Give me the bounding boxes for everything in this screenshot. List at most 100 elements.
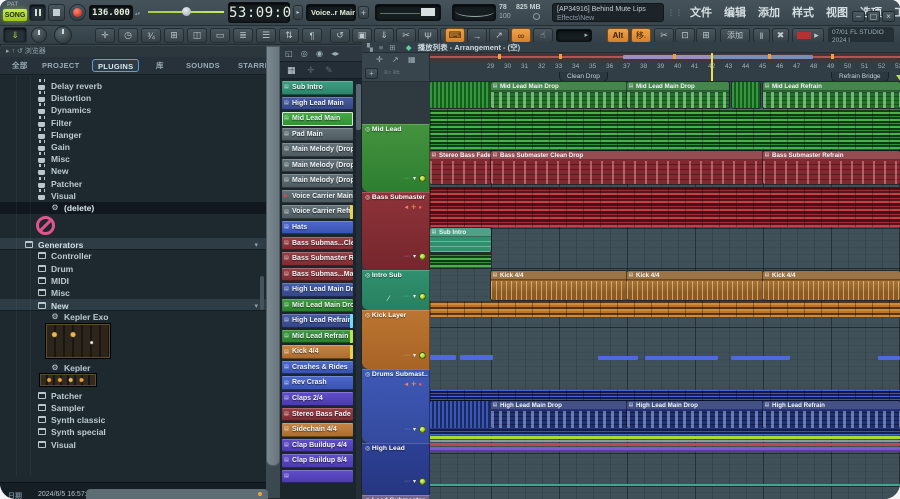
clip-kick-4-4[interactable]: Kick 4/4 xyxy=(491,271,627,300)
save-button[interactable]: ▣ xyxy=(352,28,372,43)
tree-item-new[interactable]: New xyxy=(0,165,266,177)
menu-item-1[interactable]: 编辑 xyxy=(718,0,752,26)
draw-pattern-icon[interactable]: ✎ xyxy=(325,65,333,75)
tree-item-visual[interactable]: Visual xyxy=(0,190,266,202)
add-button[interactable]: 添加 xyxy=(720,28,750,43)
tree-item-midi[interactable]: MIDI xyxy=(0,275,266,287)
clip-sub-intro[interactable]: Sub Intro xyxy=(430,228,491,252)
metronome-button[interactable]: ◷ xyxy=(118,28,138,43)
pattern-row-stereo-bass-fade-in[interactable]: ▤Stereo Bass Fade In xyxy=(282,408,353,422)
pattern-row-pad-main[interactable]: ▤Pad Main xyxy=(282,128,353,142)
chevron-down-icon[interactable]: ▾ xyxy=(254,241,258,249)
clip-mid-lead-main-drop[interactable]: Mid Lead Main Drop xyxy=(491,82,627,108)
playlist-clip-area[interactable]: Mid Lead Main DropMid Lead Main DropMid … xyxy=(430,82,900,499)
eye-icon[interactable]: ◉ xyxy=(316,49,323,58)
nav-arrows-icon[interactable]: ◂▸ xyxy=(331,49,339,58)
browser-tab-库[interactable]: 库 xyxy=(156,59,164,72)
picker-scrollbar[interactable] xyxy=(356,84,361,499)
track-enable-led[interactable] xyxy=(419,253,426,260)
pattern-row-claps-2-4[interactable]: ▤Claps 2/4 xyxy=(282,392,353,406)
timeline-marker-clean-drop[interactable]: Clean Drop xyxy=(559,72,608,82)
multilink-controllers-button[interactable]: ≣ xyxy=(233,28,253,43)
menu-icon[interactable]: ≡ xyxy=(379,43,383,52)
browser-tab-SOUNDS[interactable]: SOUNDS xyxy=(186,59,220,72)
pattern-row-voice-carrier-refrain[interactable]: ▤Voice Carrier Refrain xyxy=(282,205,353,219)
track-header-high-lead[interactable]: High Lead⋯▾ xyxy=(362,443,430,495)
oscilloscope[interactable] xyxy=(375,4,441,21)
pat-song-toggle[interactable]: PAT SONG xyxy=(3,2,27,24)
pattern-add-button[interactable]: + xyxy=(358,6,369,19)
pattern-row-main-melody-drop-[interactable]: ▤Main Melody (Drop) xyxy=(282,143,353,157)
tree-item-patcher[interactable]: Patcher xyxy=(0,178,266,190)
cut-tool-button[interactable]: ✂ xyxy=(396,28,416,43)
pattern-row-crashes-rides[interactable]: ▤Crashes & Rides xyxy=(282,361,353,375)
main-volume-knob[interactable] xyxy=(31,27,47,43)
pattern-row-clap-buildup-4-4[interactable]: ▤Clap Buildup 4/4 xyxy=(282,439,353,453)
pattern-selector[interactable]: Voice..r Main xyxy=(306,4,356,21)
pattern-row-bass-submas-clean-drop[interactable]: ▤Bass Submas...Clean Drop xyxy=(282,237,353,251)
copy-button[interactable]: ⊡ xyxy=(675,28,695,43)
tree-item-sampler[interactable]: Sampler xyxy=(0,402,266,414)
export-button[interactable]: ⇓ xyxy=(374,28,394,43)
add-pattern-icon[interactable]: ✛ xyxy=(307,65,315,75)
track-enable-led[interactable] xyxy=(419,426,426,433)
record-clip-button[interactable]: ▸ xyxy=(792,28,824,43)
stop-button[interactable] xyxy=(48,4,65,21)
track-header-intro-sub[interactable]: Intro Sub∕⋯▾ xyxy=(362,270,430,310)
typing-keyboard-button[interactable]: ⌨ xyxy=(445,28,465,43)
tree-item-generators[interactable]: Generators▾ xyxy=(0,238,266,250)
smart-disable-button[interactable]: ☰ xyxy=(256,28,276,43)
slide-tool-button[interactable]: ↗ xyxy=(489,28,509,43)
record-arm-icon[interactable]: ● xyxy=(418,382,424,388)
browser-tab-PROJECT[interactable]: PROJECT xyxy=(42,59,80,72)
wait-for-input-button[interactable]: ¾ xyxy=(141,28,161,43)
slide-icon[interactable]: ↗ xyxy=(392,55,399,64)
time-mode-button[interactable]: ▸ xyxy=(293,5,303,20)
record-button[interactable] xyxy=(69,4,86,21)
menu-item-4[interactable]: 视图 xyxy=(820,0,854,26)
clip-bass-submaster-clean-drop[interactable]: Bass Submaster Clean Drop xyxy=(491,151,763,184)
zoom-icon[interactable]: ◎ xyxy=(301,49,308,58)
tree-item-synth-classic[interactable]: Synth classic xyxy=(0,414,266,426)
song-mode-button[interactable]: SONG xyxy=(3,9,27,21)
track-header-bass-submaster[interactable]: Bass Submaster◄✛●⋯▾ xyxy=(362,192,430,270)
pattern-row-high-lead-main[interactable]: ▤High Lead Main xyxy=(282,97,353,111)
pattern-row-mid-lead-main[interactable]: ▤Mid Lead Main xyxy=(282,112,353,126)
pattern-row-kick-4-4[interactable]: ▤Kick 4/4 xyxy=(282,345,353,359)
pattern-row-sub-intro[interactable]: ▤Sub Intro xyxy=(282,81,353,95)
tree-item-kepler-exo[interactable]: ⚙Kepler Exo xyxy=(0,311,266,323)
cpu-graph[interactable] xyxy=(452,4,496,21)
main-pitch-knob[interactable] xyxy=(54,26,72,44)
tempo-stepper[interactable]: ▴▾ xyxy=(135,11,139,14)
track-enable-led[interactable] xyxy=(419,352,426,359)
tree-item-dynamics[interactable]: Dynamics xyxy=(0,104,266,116)
delete-tool-button[interactable]: ✖ xyxy=(772,28,789,43)
pattern-row-high-lead-main-drop[interactable]: ▤High Lead Main Drop xyxy=(282,283,353,297)
track-enable-led[interactable] xyxy=(419,175,426,182)
track-mode-icons[interactable]: ≡○ ≡± xyxy=(384,70,400,76)
clip-high-lead-refrain[interactable]: High Lead Refrain xyxy=(763,401,900,428)
pattern-row-main-melody-drop-2[interactable]: ▤Main Melody (Drop) #2 xyxy=(282,174,353,188)
track-header-mid-lead[interactable]: Mid Lead⋯▾ xyxy=(362,124,430,192)
browser-scrollbar[interactable] xyxy=(260,276,264,310)
track-header-kick-layer[interactable]: Kick Layer⋯▾ xyxy=(362,310,430,369)
pat-label[interactable]: PAT xyxy=(7,2,18,8)
clip-mid-lead-main-drop[interactable]: Mid Lead Main Drop xyxy=(627,82,729,108)
track-dropdown-icon[interactable]: ▾ xyxy=(413,175,416,182)
step-edit-button[interactable]: ▭ xyxy=(210,28,230,43)
tree-item-synth-special[interactable]: Synth special xyxy=(0,426,266,438)
timeline-marker-refrain-bridge[interactable]: Refrain Bridge xyxy=(831,72,889,82)
one-click-recording-button[interactable]: ✛ xyxy=(95,28,115,43)
pattern-row-mid-lead-main-drop[interactable]: ▤Mid Lead Main Drop xyxy=(282,299,353,313)
track-enable-led[interactable] xyxy=(419,293,426,300)
master-slider-thumb[interactable] xyxy=(182,7,191,16)
clip-high-lead-main-drop[interactable]: High Lead Main Drop xyxy=(627,401,763,428)
close-button[interactable]: × xyxy=(882,11,895,22)
refresh-icon[interactable]: ↺ xyxy=(17,48,25,55)
blend-recording-button[interactable]: ⊞ xyxy=(164,28,184,43)
tree-item-misc[interactable]: Misc xyxy=(0,153,266,165)
marker-strip[interactable] xyxy=(430,53,900,62)
pattern-grid-icon[interactable]: ▦ xyxy=(408,55,416,64)
step-forward-button[interactable]: → xyxy=(467,28,487,43)
tree-item-distortion[interactable]: Distortion xyxy=(0,92,266,104)
